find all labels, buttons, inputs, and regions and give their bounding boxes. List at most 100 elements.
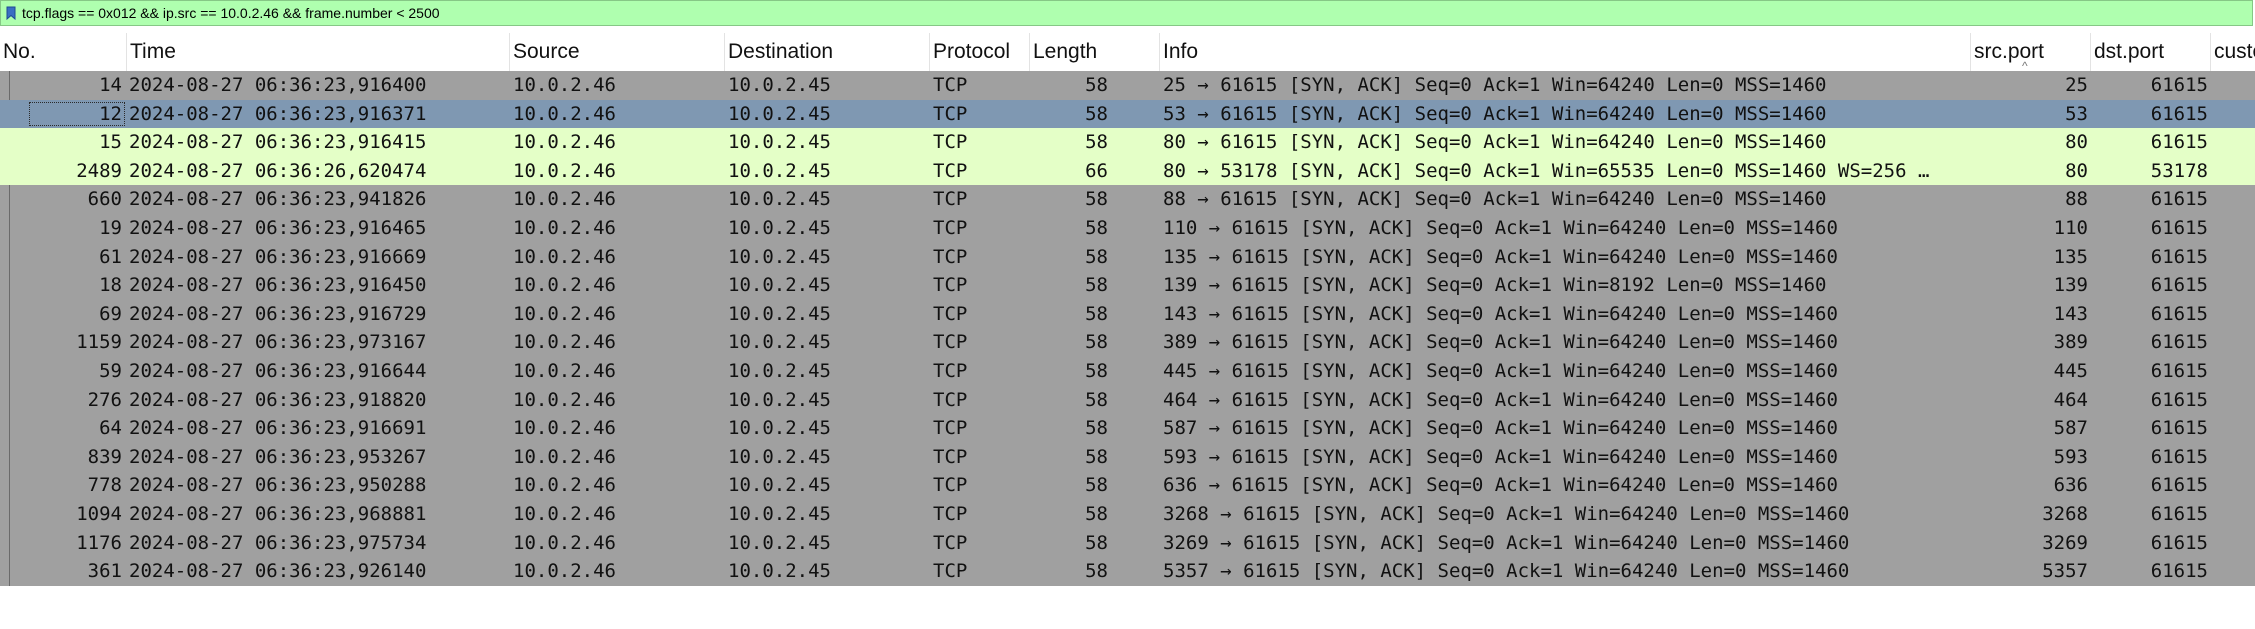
cell-no: 59 [99, 359, 122, 382]
cell-source: 10.0.2.46 [513, 474, 616, 497]
packet-row[interactable]: 61 2024-08-27 06:36:23,916669 10.0.2.46 10.… [0, 242, 2255, 272]
cell-protocol: TCP [933, 131, 968, 154]
packet-list-window: tcp.flags == 0x012 && ip.src == 10.0.2.4… [0, 0, 2255, 629]
cell-length: 58 [1085, 274, 1108, 297]
cell-protocol: TCP [933, 388, 968, 411]
packet-row[interactable]: 59 2024-08-27 06:36:23,916644 10.0.2.46 10.… [0, 356, 2255, 386]
cell-time: 2024-08-27 06:36:23,975734 [129, 531, 427, 554]
cell-source: 10.0.2.46 [513, 388, 616, 411]
packet-row[interactable]: 1176 2024-08-27 06:36:23,975734 10.0.2.46 1… [0, 528, 2255, 558]
cell-dstport: 61615 [2150, 102, 2208, 125]
cell-info: 110 → 61615 [SYN, ACK] Seq=0 Ack=1 Win=6… [1163, 216, 1838, 239]
cell-dstport: 61615 [2150, 388, 2208, 411]
cell-no: 14 [99, 74, 122, 96]
cell-info: 593 → 61615 [SYN, ACK] Seq=0 Ack=1 Win=6… [1163, 445, 1838, 468]
cell-protocol: TCP [933, 474, 968, 497]
cell-time: 2024-08-27 06:36:23,916644 [129, 359, 427, 382]
packet-row-selected[interactable]: 12 2024-08-27 06:36:23,916371 10.0.2.46 10.… [0, 99, 2255, 129]
column-header-protocol[interactable]: Protocol [930, 33, 1030, 71]
cell-length: 58 [1085, 331, 1108, 354]
cell-info: 25 → 61615 [SYN, ACK] Seq=0 Ack=1 Win=64… [1163, 74, 1827, 96]
column-header-dst-port[interactable]: dst.port [2091, 33, 2211, 71]
cell-time: 2024-08-27 06:36:23,916729 [129, 302, 427, 325]
column-header-src-port[interactable]: src.port [1971, 33, 2091, 71]
cell-dstport: 53178 [2150, 159, 2208, 182]
display-filter-bar[interactable]: tcp.flags == 0x012 && ip.src == 10.0.2.4… [0, 0, 2253, 26]
cell-protocol: TCP [933, 445, 968, 468]
packet-row[interactable]: 1159 2024-08-27 06:36:23,973167 10.0.2.46 1… [0, 328, 2255, 357]
column-header-time[interactable]: Time [127, 33, 510, 71]
cell-srcport: 143 [2053, 302, 2088, 325]
cell-length: 58 [1085, 445, 1108, 468]
cell-protocol: TCP [933, 274, 968, 297]
cell-protocol: TCP [933, 302, 968, 325]
cell-info: 5357 → 61615 [SYN, ACK] Seq=0 Ack=1 Win=… [1163, 560, 1850, 583]
column-header-destination[interactable]: Destination [725, 33, 930, 71]
packet-row[interactable]: 660 2024-08-27 06:36:23,941826 10.0.2.46 10… [0, 185, 2255, 214]
packet-row[interactable]: 276 2024-08-27 06:36:23,918820 10.0.2.46 10… [0, 385, 2255, 415]
column-header-custom[interactable]: custo [2211, 33, 2255, 71]
packet-row[interactable]: 69 2024-08-27 06:36:23,916729 10.0.2.46 10.… [0, 299, 2255, 329]
display-filter-input[interactable]: tcp.flags == 0x012 && ip.src == 10.0.2.4… [22, 5, 440, 21]
cell-destination: 10.0.2.45 [728, 188, 831, 211]
cell-length: 58 [1085, 245, 1108, 268]
cell-dstport: 61615 [2150, 359, 2208, 382]
packet-row[interactable]: 14 2024-08-27 06:36:23,916400 10.0.2.46 10.… [0, 71, 2255, 100]
bookmark-icon[interactable] [2, 1, 20, 25]
packet-row[interactable]: 1094 2024-08-27 06:36:23,968881 10.0.2.46 1… [0, 499, 2255, 529]
cell-dstport: 61615 [2150, 502, 2208, 525]
cell-srcport: 53 [2065, 102, 2088, 125]
cell-info: 3268 → 61615 [SYN, ACK] Seq=0 Ack=1 Win=… [1163, 502, 1850, 525]
cell-destination: 10.0.2.45 [728, 74, 831, 96]
cell-no: 660 [87, 188, 122, 211]
packet-row[interactable]: 18 2024-08-27 06:36:23,916450 10.0.2.46 10.… [0, 271, 2255, 300]
cell-source: 10.0.2.46 [513, 245, 616, 268]
cell-time: 2024-08-27 06:36:23,916415 [129, 131, 427, 154]
packet-row[interactable]: 19 2024-08-27 06:36:23,916465 10.0.2.46 10.… [0, 213, 2255, 243]
cell-info: 389 → 61615 [SYN, ACK] Seq=0 Ack=1 Win=6… [1163, 331, 1838, 354]
cell-source: 10.0.2.46 [513, 159, 616, 182]
cell-time: 2024-08-27 06:36:23,916691 [129, 417, 427, 440]
packet-row[interactable]: 15 2024-08-27 06:36:23,916415 10.0.2.46 10.… [0, 128, 2255, 157]
cell-source: 10.0.2.46 [513, 359, 616, 382]
cell-info: 139 → 61615 [SYN, ACK] Seq=0 Ack=1 Win=8… [1163, 274, 1827, 297]
cell-length: 58 [1085, 74, 1108, 96]
cell-info: 80 → 53178 [SYN, ACK] Seq=0 Ack=1 Win=65… [1163, 159, 1930, 182]
cell-destination: 10.0.2.45 [728, 302, 831, 325]
cell-dstport: 61615 [2150, 216, 2208, 239]
cell-dstport: 61615 [2150, 474, 2208, 497]
cell-source: 10.0.2.46 [513, 302, 616, 325]
cell-source: 10.0.2.46 [513, 560, 616, 583]
packet-row[interactable]: 361 2024-08-27 06:36:23,926140 10.0.2.46 10… [0, 557, 2255, 586]
packet-list[interactable]: 14 2024-08-27 06:36:23,916400 10.0.2.46 10.… [0, 71, 2255, 586]
cell-srcport: 593 [2053, 445, 2088, 468]
column-header-info[interactable]: Info [1160, 33, 1971, 71]
cell-srcport: 445 [2053, 359, 2088, 382]
packet-row[interactable]: 2489 2024-08-27 06:36:26,620474 10.0.2.46 1… [0, 156, 2255, 186]
cell-no: 15 [99, 131, 122, 154]
cell-dstport: 61615 [2150, 74, 2208, 96]
cell-source: 10.0.2.46 [513, 502, 616, 525]
cell-no: 61 [99, 245, 122, 268]
cell-destination: 10.0.2.45 [728, 274, 831, 297]
packet-row[interactable]: 64 2024-08-27 06:36:23,916691 10.0.2.46 10.… [0, 414, 2255, 443]
column-header-source[interactable]: Source [510, 33, 725, 71]
cell-srcport: 135 [2053, 245, 2088, 268]
cell-time: 2024-08-27 06:36:23,926140 [129, 560, 427, 583]
cell-protocol: TCP [933, 560, 968, 583]
cell-time: 2024-08-27 06:36:23,973167 [129, 331, 427, 354]
cell-info: 587 → 61615 [SYN, ACK] Seq=0 Ack=1 Win=6… [1163, 417, 1838, 440]
cell-length: 58 [1085, 531, 1108, 554]
cell-no: 1094 [76, 502, 122, 525]
cell-info: 445 → 61615 [SYN, ACK] Seq=0 Ack=1 Win=6… [1163, 359, 1838, 382]
cell-srcport: 464 [2053, 388, 2088, 411]
cell-info: 636 → 61615 [SYN, ACK] Seq=0 Ack=1 Win=6… [1163, 474, 1838, 497]
cell-destination: 10.0.2.45 [728, 560, 831, 583]
packet-row[interactable]: 839 2024-08-27 06:36:23,953267 10.0.2.46 10… [0, 442, 2255, 472]
cell-length: 66 [1085, 159, 1108, 182]
column-header-length[interactable]: Length [1030, 33, 1160, 71]
packet-row[interactable]: 778 2024-08-27 06:36:23,950288 10.0.2.46 10… [0, 471, 2255, 500]
cell-source: 10.0.2.46 [513, 188, 616, 211]
column-header-no[interactable]: No. [0, 33, 127, 71]
cell-protocol: TCP [933, 102, 968, 125]
